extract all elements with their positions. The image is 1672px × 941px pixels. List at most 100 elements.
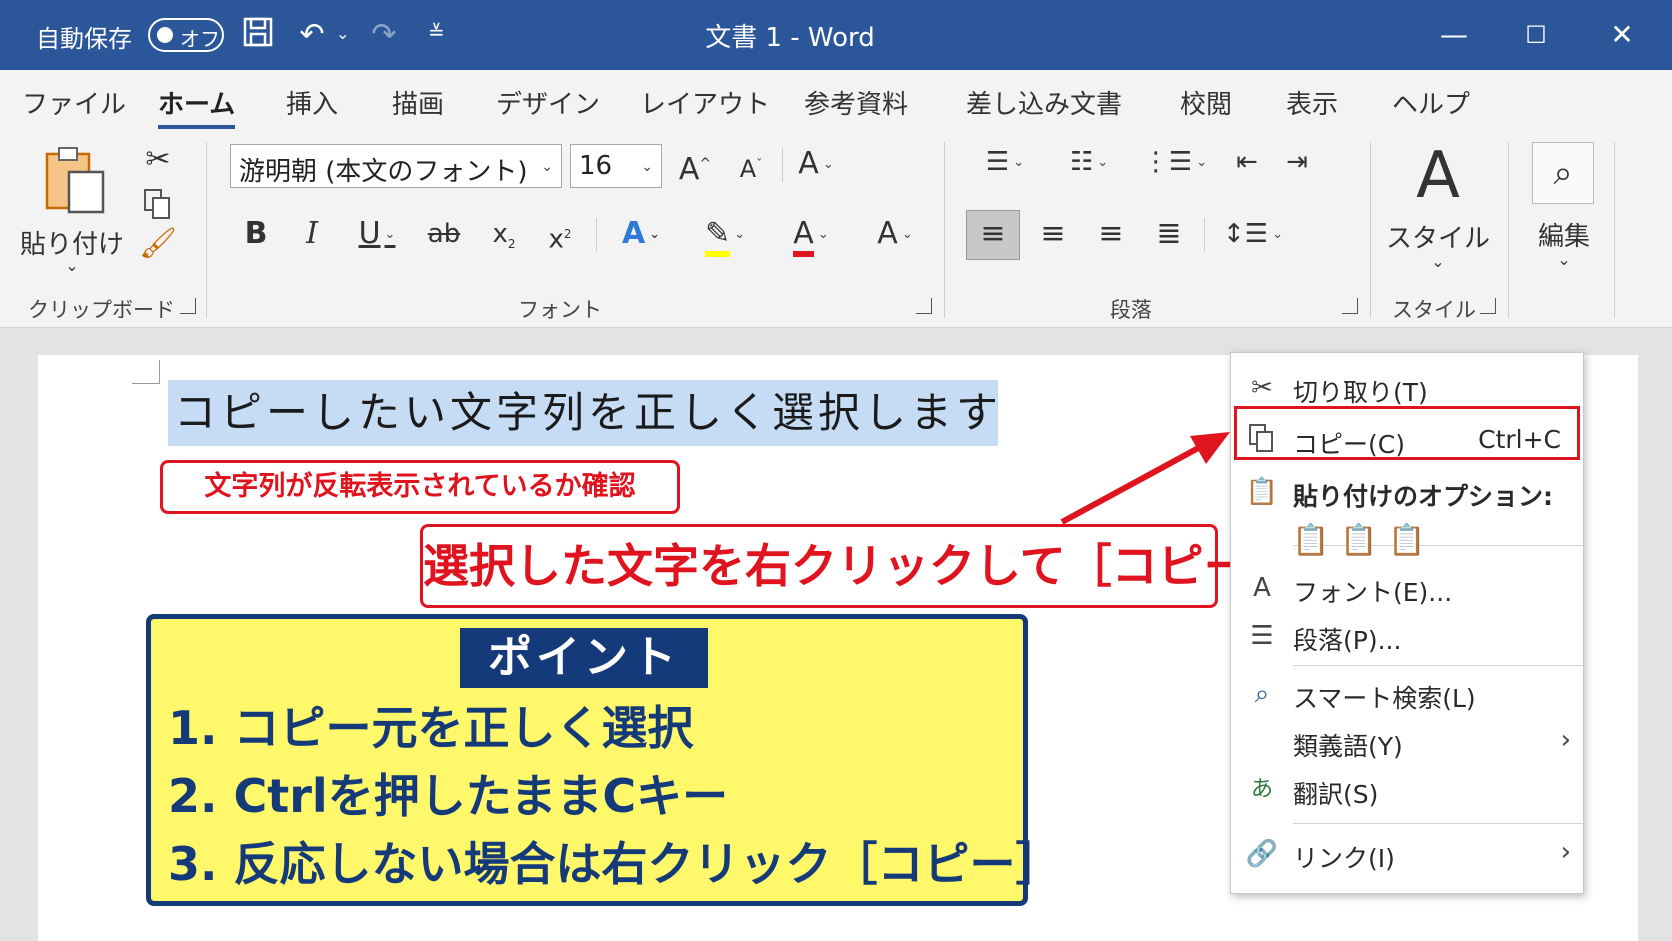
menu-item-link[interactable]: 🔗 リンク(I) › — [1231, 831, 1585, 877]
autosave-toggle[interactable]: オフ — [148, 18, 224, 52]
translate-icon: あ — [1250, 777, 1273, 802]
paste-text-only-icon[interactable]: 📋 — [1388, 520, 1425, 562]
styles-icon[interactable]: A — [1398, 138, 1478, 214]
action-callout: 選択した文字を右クリックして［コピー］ — [420, 524, 1296, 608]
tab-file[interactable]: ファイル — [22, 84, 126, 121]
tab-review[interactable]: 校閲 — [1180, 84, 1232, 121]
line-spacing-icon[interactable]: ↕☰ ⌄ — [1220, 214, 1286, 256]
copy-icon[interactable] — [140, 188, 176, 224]
font-icon: A — [1253, 573, 1271, 603]
toggle-knob — [157, 27, 173, 43]
chevron-right-icon: › — [1560, 725, 1571, 755]
point-title: ポイント — [460, 628, 708, 688]
menu-item-cut[interactable]: ✂ 切り取り(T) — [1231, 365, 1585, 411]
tab-insert[interactable]: 挿入 — [286, 84, 338, 121]
font-color-icon[interactable]: A ⌄ — [780, 214, 842, 257]
grow-font-icon[interactable]: A^ — [674, 144, 716, 187]
tab-references[interactable]: 参考資料 — [804, 84, 908, 121]
undo-dropdown-icon[interactable]: ⌄ — [336, 24, 349, 43]
text-effects-icon[interactable]: A ⌄ — [610, 214, 672, 256]
italic-icon[interactable]: I — [292, 214, 332, 256]
tab-mailings[interactable]: 差し込み文書 — [966, 84, 1122, 121]
smart-lookup-icon: ⌕ — [1254, 679, 1270, 709]
tab-help[interactable]: ヘルプ — [1392, 84, 1470, 121]
menu-item-paragraph[interactable]: ☰ 段落(P)... — [1231, 613, 1585, 659]
change-case-icon[interactable]: A ⌄ — [792, 144, 840, 186]
ribbon: 貼り付け ⌄ ✂ 🖌 クリップボード 游明朝 (本文のフォント) ⌄ 16 ⌄ … — [0, 132, 1672, 328]
separator — [1204, 218, 1205, 252]
bullets-icon[interactable]: ☰ ⌄ — [972, 142, 1038, 184]
selected-text[interactable]: コピーしたい文字列を正しく選択します — [168, 380, 998, 446]
separator — [1293, 665, 1583, 666]
maximize-icon[interactable]: ☐ — [1506, 14, 1566, 56]
cut-icon[interactable]: ✂ — [140, 142, 176, 177]
close-icon[interactable]: ✕ — [1592, 14, 1652, 56]
link-icon: 🔗 — [1245, 839, 1279, 869]
save-icon[interactable] — [238, 16, 278, 54]
menu-item-translate[interactable]: あ 翻訳(S) — [1231, 767, 1585, 813]
menu-label: 段落(P)... — [1293, 626, 1402, 655]
clipboard-group-label: クリップボード — [28, 298, 175, 322]
font-size-combo[interactable]: 16 ⌄ — [570, 144, 662, 188]
separator — [1293, 545, 1583, 546]
character-shading-icon[interactable]: A ⌄ — [864, 214, 926, 256]
decrease-indent-icon[interactable]: ⇤ — [1226, 142, 1268, 184]
separator — [206, 142, 207, 318]
align-center-icon[interactable]: ≡ — [1030, 214, 1076, 256]
search-icon[interactable]: ⌕ — [1532, 142, 1594, 204]
font-name-combo[interactable]: 游明朝 (本文のフォント) ⌄ — [230, 144, 562, 188]
styles-launcher-icon[interactable] — [1480, 298, 1496, 314]
separator — [782, 148, 783, 182]
tab-draw[interactable]: 描画 — [392, 84, 444, 121]
tab-design[interactable]: デザイン — [496, 84, 600, 121]
copy-highlight-frame — [1234, 406, 1580, 460]
point-item: 1. コピー元を正しく選択 — [168, 701, 694, 755]
highlight-icon[interactable]: ✎ ⌄ — [694, 214, 756, 257]
editing-dropdown-icon[interactable]: ⌄ — [1554, 250, 1574, 269]
underline-icon[interactable]: U ⌄ — [346, 214, 408, 256]
font-name-value: 游明朝 (本文のフォント) — [239, 157, 528, 187]
chevron-down-icon: ⌄ — [641, 159, 653, 175]
subscript-icon[interactable]: x2 — [484, 214, 524, 256]
align-right-icon[interactable]: ≡ — [1088, 214, 1134, 256]
menu-item-smart-lookup[interactable]: ⌕ スマート検索(L) — [1231, 671, 1585, 717]
tab-home[interactable]: ホーム — [158, 84, 236, 129]
tab-layout[interactable]: レイアウト — [640, 84, 770, 121]
editing-button[interactable]: 編集 — [1522, 216, 1606, 253]
superscript-icon[interactable]: x2 — [540, 214, 580, 256]
shrink-font-icon[interactable]: Aˇ — [730, 144, 772, 186]
margin-corner-mark — [132, 360, 160, 384]
font-launcher-icon[interactable] — [916, 298, 932, 314]
minimize-icon[interactable]: — — [1424, 14, 1484, 56]
undo-icon[interactable]: ↶ — [292, 16, 332, 54]
menu-label: 翻訳(S) — [1293, 780, 1379, 809]
autosave-label: 自動保存 — [36, 25, 132, 53]
increase-indent-icon[interactable]: ⇥ — [1276, 142, 1318, 184]
paste-merge-format-icon[interactable]: 📋 — [1340, 520, 1377, 562]
bold-icon[interactable]: B — [236, 214, 276, 256]
format-painter-icon[interactable]: 🖌 — [138, 226, 178, 261]
separator — [1293, 823, 1583, 824]
paragraph-group-label: 段落 — [1110, 298, 1152, 322]
clipboard-launcher-icon[interactable] — [180, 298, 196, 314]
paste-icon[interactable] — [40, 144, 110, 224]
styles-dropdown-icon[interactable]: ⌄ — [1428, 252, 1448, 271]
paragraph-launcher-icon[interactable] — [1342, 298, 1358, 314]
numbering-icon[interactable]: ☷ ⌄ — [1056, 142, 1122, 184]
separator — [1508, 142, 1509, 318]
multilevel-list-icon[interactable]: ⋮☰ ⌄ — [1142, 142, 1208, 184]
align-left-icon[interactable]: ≡ — [966, 210, 1020, 260]
strikethrough-icon[interactable]: ab — [422, 214, 466, 256]
paste-keep-source-icon[interactable]: 📋 — [1292, 520, 1329, 562]
menu-item-font[interactable]: A フォント(E)... — [1231, 565, 1585, 611]
justify-icon[interactable]: ≣ — [1146, 214, 1192, 256]
menu-label: リンク(I) — [1293, 844, 1395, 873]
cut-icon: ✂ — [1251, 373, 1273, 403]
menu-item-synonyms[interactable]: 類義語(Y) › — [1231, 719, 1585, 765]
tab-view[interactable]: 表示 — [1286, 84, 1338, 121]
styles-button[interactable]: スタイル — [1386, 218, 1490, 255]
separator — [1370, 142, 1371, 318]
paste-dropdown-icon[interactable]: ⌄ — [62, 256, 82, 275]
customize-qat-icon[interactable]: ≚ — [428, 20, 445, 44]
check-callout: 文字列が反転表示されているか確認 — [160, 460, 680, 514]
